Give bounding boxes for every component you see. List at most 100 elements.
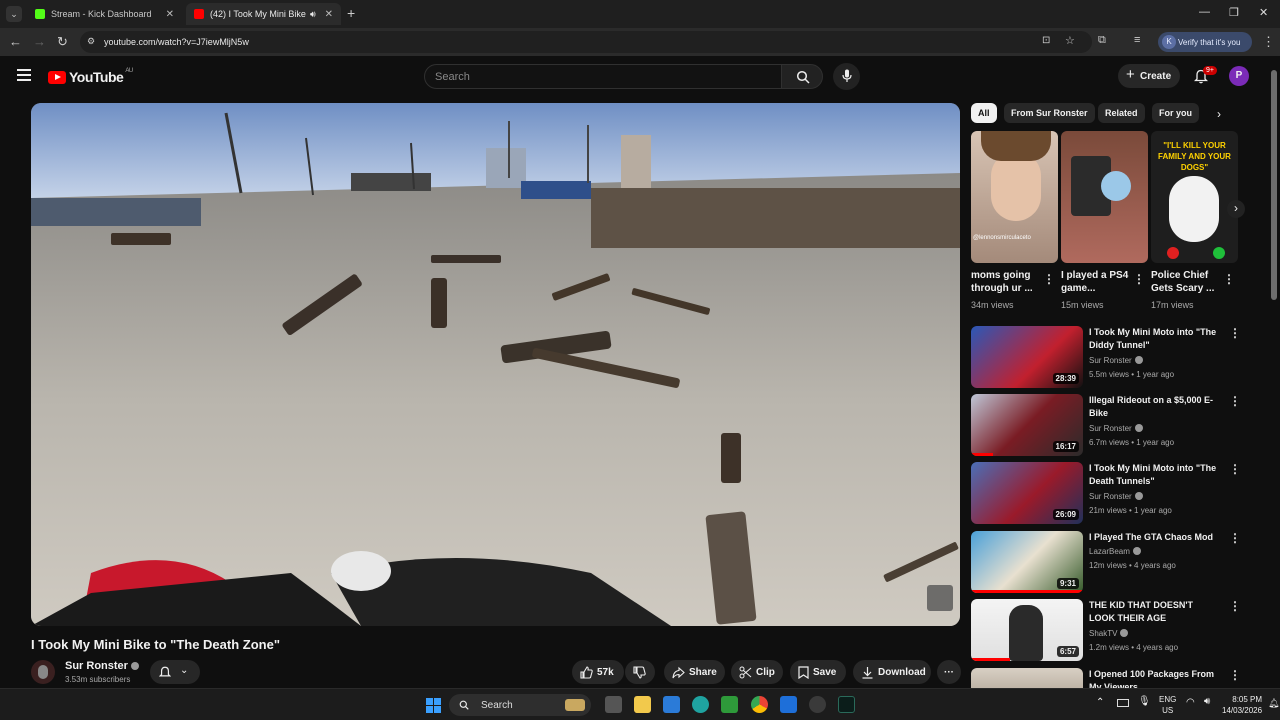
extensions-icon[interactable]: ⧉ bbox=[1098, 34, 1106, 47]
short-menu-icon[interactable]: ⋮ bbox=[1133, 272, 1145, 286]
dislike-button[interactable] bbox=[625, 660, 655, 684]
forward-icon[interactable]: → bbox=[33, 34, 46, 49]
short-menu-icon[interactable]: ⋮ bbox=[1043, 272, 1055, 286]
edge-icon[interactable] bbox=[692, 696, 709, 713]
battery-icon[interactable] bbox=[1117, 699, 1129, 707]
recommendation-item[interactable]: I Opened 100 Packages From My Viewers ⋮ bbox=[971, 668, 1241, 688]
xbox-icon[interactable] bbox=[721, 696, 738, 713]
new-tab-button[interactable]: + bbox=[347, 5, 355, 21]
recommendation-item[interactable]: 16:17 Illegal Rideout on a $5,000 E-Bike… bbox=[971, 394, 1241, 456]
wifi-icon[interactable]: ◠ bbox=[1186, 697, 1195, 708]
recommendation-item[interactable]: 26:09 I Took My Mini Moto into "The Deat… bbox=[971, 462, 1241, 524]
thumbs-up-icon bbox=[580, 665, 593, 679]
video-menu-icon[interactable]: ⋮ bbox=[1229, 531, 1241, 545]
obs-icon[interactable] bbox=[809, 696, 826, 713]
channel-name[interactable]: Sur Ronster bbox=[65, 660, 139, 672]
save-button[interactable]: Save bbox=[790, 660, 846, 684]
tab-youtube-video[interactable]: (42) I Took My Mini Bike to 🔊︎ ✕ bbox=[186, 3, 341, 25]
video-menu-icon[interactable]: ⋮ bbox=[1229, 394, 1241, 408]
volume-icon[interactable]: 🔊︎ bbox=[1204, 696, 1210, 707]
hamburger-menu-icon[interactable] bbox=[17, 69, 31, 81]
shorts-next-icon[interactable]: › bbox=[1227, 200, 1245, 218]
microsoft-store-icon[interactable] bbox=[663, 696, 680, 713]
chip-related[interactable]: Related bbox=[1098, 103, 1145, 123]
chips-next-icon[interactable]: › bbox=[1217, 107, 1221, 121]
file-explorer-icon[interactable] bbox=[634, 696, 651, 713]
watch-progress-bar bbox=[971, 590, 1083, 593]
recommendation-item[interactable]: 9:31 I Played The GTA Chaos Mod LazarBea… bbox=[971, 531, 1241, 593]
task-view-icon[interactable] bbox=[605, 696, 622, 713]
taskbar-search[interactable]: Search bbox=[449, 694, 591, 716]
recommendation-item[interactable]: 6:57 THE KID THAT DOESN'T LOOK THEIR AGE… bbox=[971, 599, 1241, 661]
bell-icon bbox=[159, 666, 171, 677]
tab-close-icon[interactable]: ✕ bbox=[325, 9, 333, 20]
bookmark-star-icon[interactable]: ☆ bbox=[1065, 34, 1075, 47]
download-button[interactable]: Download bbox=[853, 660, 931, 684]
channel-name-text: ShakTV bbox=[1089, 629, 1118, 638]
language-indicator[interactable]: ENG US bbox=[1159, 694, 1176, 716]
short-thumbnail[interactable]: @lennonsmirculaceto bbox=[971, 131, 1058, 263]
chip-all[interactable]: All bbox=[971, 103, 997, 123]
short-title[interactable]: I played a PS4 game... bbox=[1061, 269, 1133, 295]
channel-name-text: LazarBeam bbox=[1089, 547, 1130, 556]
notification-icon[interactable]: 🔔︎ bbox=[1268, 698, 1279, 709]
clip-button[interactable]: Clip bbox=[731, 660, 783, 684]
back-icon[interactable]: ← bbox=[9, 34, 22, 49]
search-input[interactable]: Search bbox=[424, 64, 782, 89]
terminal-icon[interactable] bbox=[838, 696, 855, 713]
app-icon[interactable] bbox=[780, 696, 797, 713]
short-thumbnail[interactable]: "I'LL KILL YOUR FAMILY AND YOUR DOGS" bbox=[1151, 131, 1238, 263]
short-views: 34m views bbox=[971, 300, 1014, 310]
video-menu-icon[interactable]: ⋮ bbox=[1229, 668, 1241, 682]
video-duration: 6:57 bbox=[1056, 646, 1079, 657]
microphone-icon[interactable]: 🎙︎ bbox=[1138, 696, 1151, 707]
recommendation-item[interactable]: 28:39 I Took My Mini Moto into "The Didd… bbox=[971, 326, 1241, 388]
create-button[interactable]: + Create bbox=[1118, 64, 1180, 88]
more-actions-button[interactable]: ··· bbox=[937, 660, 961, 684]
video-menu-icon[interactable]: ⋮ bbox=[1229, 326, 1241, 340]
chrome-icon[interactable] bbox=[751, 696, 768, 713]
short-views: 15m views bbox=[1061, 300, 1104, 310]
video-player[interactable] bbox=[31, 103, 960, 626]
short-title[interactable]: Police Chief Gets Scary ... bbox=[1151, 269, 1223, 295]
chip-from-channel[interactable]: From Sur Ronster bbox=[1004, 103, 1095, 123]
clock-date: 14/03/2026 bbox=[1222, 706, 1263, 715]
search-button[interactable] bbox=[781, 64, 823, 89]
page-scrollbar[interactable] bbox=[1270, 62, 1278, 688]
address-bar[interactable]: ⚙ youtube.com/watch?v=J7iewMljN5w ⊡ ☆ bbox=[80, 31, 1092, 53]
share-button[interactable]: Share bbox=[664, 660, 725, 684]
channel-name-text: Sur Ronster bbox=[1089, 356, 1132, 365]
tab-kick-dashboard[interactable]: Stream - Kick Dashboard ✕ bbox=[27, 3, 182, 25]
short-menu-icon[interactable]: ⋮ bbox=[1223, 272, 1235, 286]
reload-icon[interactable]: ↻ bbox=[57, 34, 68, 50]
channel-name: Sur Ronster bbox=[1089, 356, 1143, 365]
verify-identity-button[interactable]: K Verify that it's you bbox=[1158, 32, 1252, 52]
video-menu-icon[interactable]: ⋮ bbox=[1229, 462, 1241, 476]
chrome-menu-icon[interactable]: ⋮ bbox=[1262, 34, 1275, 50]
speaker-icon[interactable]: 🔊︎ bbox=[310, 9, 316, 20]
tray-overflow-icon[interactable]: ⌃ bbox=[1096, 697, 1104, 708]
tab-title: (42) I Took My Mini Bike to bbox=[210, 9, 306, 19]
channel-avatar[interactable] bbox=[31, 660, 55, 684]
tab-search-icon[interactable]: ⌄ bbox=[6, 6, 22, 22]
subscription-bell-button[interactable]: ⌄ bbox=[150, 660, 200, 684]
short-thumbnail[interactable] bbox=[1061, 131, 1148, 263]
account-avatar[interactable]: P bbox=[1229, 66, 1249, 86]
maximize-icon[interactable]: ❐ bbox=[1229, 6, 1239, 19]
video-menu-icon[interactable]: ⋮ bbox=[1229, 599, 1241, 613]
youtube-header: YouTube AU Search + Create 9+ P bbox=[0, 56, 1280, 100]
close-window-icon[interactable]: ✕ bbox=[1259, 6, 1268, 19]
short-title[interactable]: moms going through ur ... bbox=[971, 269, 1043, 295]
like-button[interactable]: 57k bbox=[572, 660, 624, 684]
tab-close-icon[interactable]: ✕ bbox=[166, 9, 174, 20]
chip-for-you[interactable]: For you bbox=[1152, 103, 1199, 123]
windows-start-icon[interactable] bbox=[426, 698, 441, 713]
install-icon[interactable]: ⊡ bbox=[1042, 35, 1050, 46]
scrollbar-thumb[interactable] bbox=[1271, 70, 1277, 300]
reading-list-icon[interactable]: ≡ bbox=[1134, 34, 1140, 46]
site-info-icon[interactable]: ⚙ bbox=[87, 36, 95, 47]
voice-search-button[interactable] bbox=[833, 63, 860, 90]
system-clock[interactable]: 8:05 PM 14/03/2026 bbox=[1222, 694, 1262, 716]
youtube-logo[interactable]: YouTube AU bbox=[48, 68, 133, 85]
minimize-icon[interactable]: — bbox=[1199, 6, 1210, 18]
